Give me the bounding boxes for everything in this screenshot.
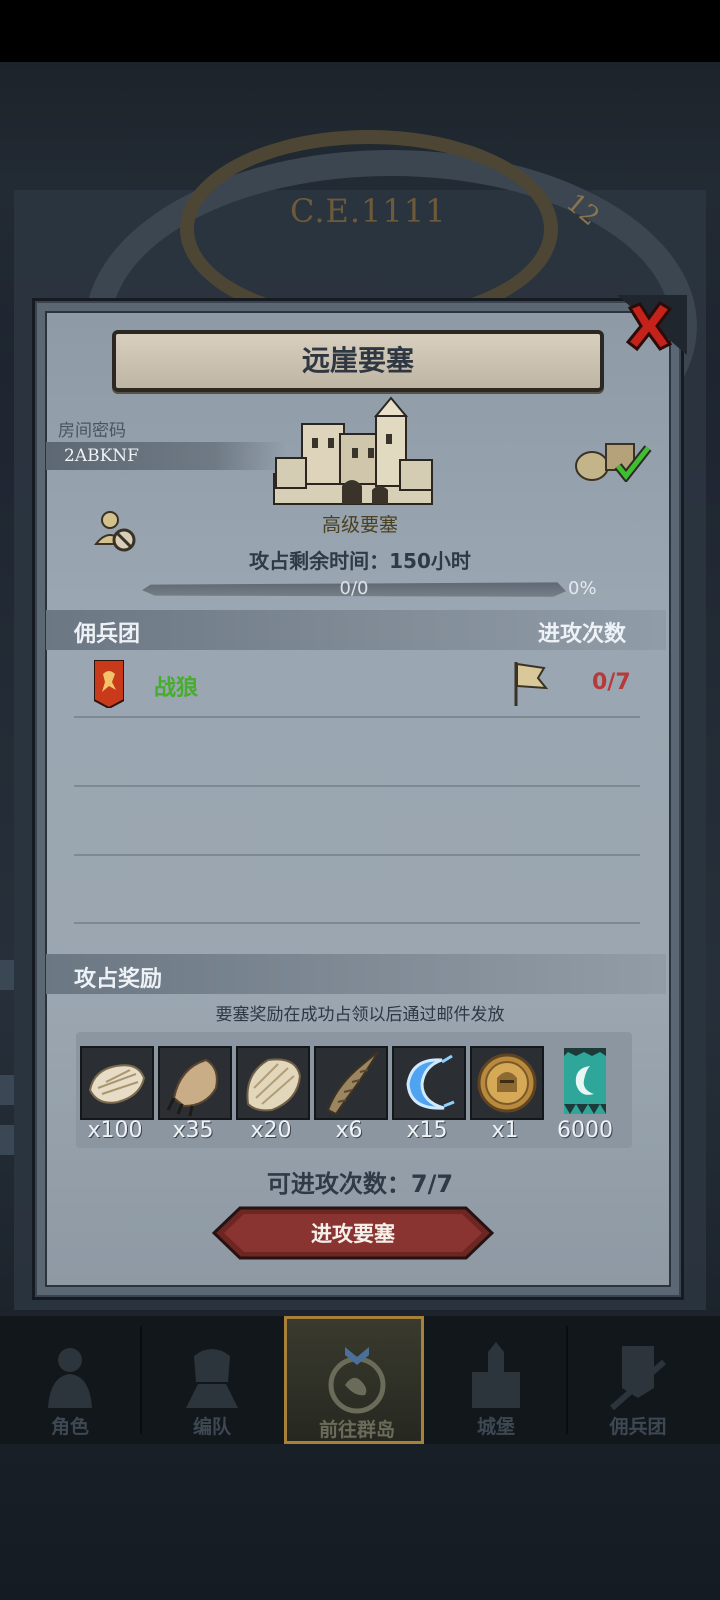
- close-button[interactable]: [624, 300, 674, 352]
- reward-slot[interactable]: [80, 1046, 154, 1120]
- rewards-note: 要塞奖励在成功占领以后通过邮件发放: [215, 1005, 505, 1025]
- rewards-header: 攻占奖励: [74, 967, 163, 992]
- attack-fortress-label: 进攻要塞: [311, 1222, 395, 1246]
- occupy-progress-percent: 0%: [568, 578, 597, 599]
- bottom-nav: 角色 编队 前往群岛 城堡 佣兵团: [0, 1316, 720, 1444]
- mercenary-header: 佣兵团: [74, 622, 141, 647]
- reward-qty: x1: [491, 1118, 519, 1143]
- fortress-castle-icon: [273, 396, 433, 505]
- remaining-attacks: 可进攻次数：7/7: [266, 1170, 454, 1198]
- islands-icon: [328, 1347, 386, 1414]
- attack-count-header: 进攻次数: [538, 622, 627, 647]
- room-code[interactable]: 2ABKNF: [64, 446, 139, 466]
- reward-slot[interactable]: [314, 1046, 388, 1120]
- occupy-progress-text: 0/0: [339, 578, 369, 599]
- nav-label: 城堡: [476, 1416, 515, 1438]
- reward-slot[interactable]: [470, 1046, 544, 1120]
- status-bar-area: [0, 0, 720, 62]
- mercenary-icon: [610, 1346, 666, 1411]
- attack-fortress-button[interactable]: 进攻要塞: [212, 1206, 494, 1260]
- reward-qty: 6000: [557, 1118, 613, 1143]
- reward-slot[interactable]: [158, 1046, 232, 1120]
- guild-banner-icon[interactable]: [562, 1046, 608, 1116]
- nav-tab-formation[interactable]: 编队: [142, 1316, 282, 1444]
- horn-icon: [326, 1051, 379, 1116]
- crescent-crystal-icon: [406, 1054, 455, 1110]
- beast-claw-icon: [166, 1058, 218, 1117]
- reward-slot[interactable]: [236, 1046, 310, 1120]
- nav-tab-mercenary[interactable]: 佣兵团: [568, 1316, 708, 1444]
- reward-qty: x6: [335, 1118, 363, 1143]
- room-code-label: 房间密码: [58, 421, 126, 441]
- nav-label: 角色: [50, 1416, 89, 1438]
- hide-icon: [246, 1058, 302, 1112]
- fur-pelt-icon: [88, 1064, 146, 1104]
- side-tab[interactable]: [0, 960, 14, 990]
- list-divider: [74, 854, 640, 856]
- dialog-title: 远崖要塞: [112, 330, 604, 392]
- guild-emblem-icon: [94, 660, 124, 708]
- nav-tab-islands[interactable]: 前往群岛: [284, 1316, 424, 1444]
- occupy-time-remaining: 攻占剩余时间：150小时: [249, 549, 471, 573]
- formation-icon: [186, 1349, 238, 1408]
- side-tab[interactable]: [0, 1075, 14, 1105]
- nav-label: 前往群岛: [318, 1419, 395, 1441]
- reward-qty: x100: [87, 1118, 143, 1143]
- attack-flag-icon: [514, 662, 548, 706]
- side-tab[interactable]: [0, 1125, 14, 1155]
- list-divider: [74, 716, 640, 718]
- reward-slot[interactable]: [392, 1046, 466, 1120]
- close-icon: [625, 301, 673, 352]
- era-label: C.E.1111: [290, 192, 447, 230]
- guild-name[interactable]: 战狼: [154, 670, 198, 702]
- list-divider: [74, 922, 640, 924]
- nav-tab-character[interactable]: 角色: [0, 1316, 140, 1444]
- nav-tab-castle[interactable]: 城堡: [426, 1316, 566, 1444]
- reward-qty: x15: [406, 1118, 448, 1143]
- reward-qty: x20: [250, 1118, 292, 1143]
- knight-medal-icon: [477, 1053, 537, 1113]
- castle-icon: [472, 1342, 520, 1408]
- nav-label: 佣兵团: [609, 1416, 667, 1438]
- character-icon: [48, 1348, 92, 1408]
- guild-attack-count: 0/7: [592, 670, 631, 695]
- reward-qty: x35: [172, 1118, 214, 1143]
- list-divider: [74, 785, 640, 787]
- nav-label: 编队: [192, 1416, 231, 1438]
- supplies-ready-icon[interactable]: [572, 436, 654, 482]
